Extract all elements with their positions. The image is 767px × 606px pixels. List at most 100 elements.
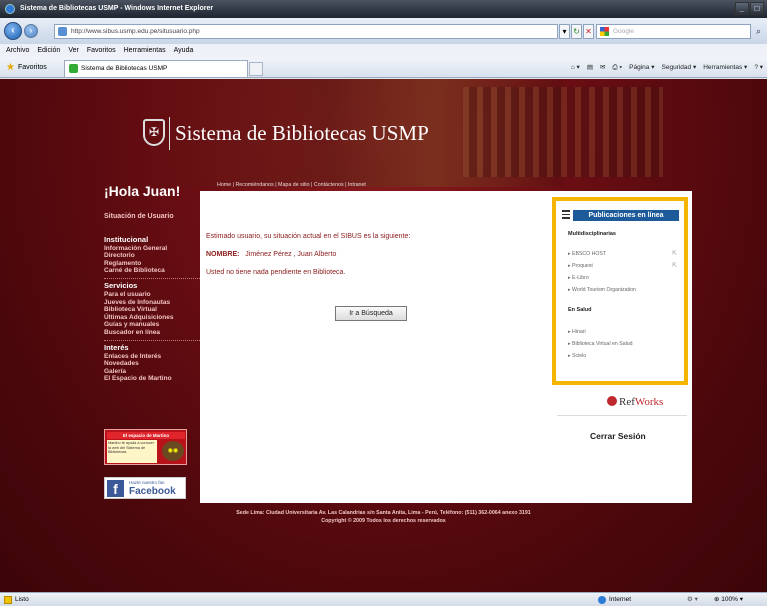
usmp-crest-icon: ✠ xyxy=(143,119,165,146)
stop-icon[interactable]: ✕ xyxy=(583,24,594,39)
menu-edicion[interactable]: Edición xyxy=(37,44,60,57)
zoom-level: 100% xyxy=(721,596,738,603)
publications-panel: Publicaciones en línea Multidisciplinari… xyxy=(552,197,688,385)
publications-heading: Publicaciones en línea xyxy=(573,210,679,221)
tools-menu[interactable]: Herramientas ▾ xyxy=(703,61,747,74)
page-menu-label: Página xyxy=(629,64,650,71)
sidebar-heading-interes: Interés xyxy=(104,342,129,352)
mail-icon[interactable]: ✉ xyxy=(600,61,605,74)
menu-ayuda[interactable]: Ayuda xyxy=(174,44,194,57)
status-bar: Listo Internet ⚙ ▾ ⊕ 100% ▾ xyxy=(0,592,767,606)
menu-favoritos[interactable]: Favoritos xyxy=(87,44,116,57)
command-bar: ⌂ ▾ ▤ ✉ ⎙ ▾ Página ▾ Seguridad ▾ Herrami… xyxy=(571,61,763,74)
print-icon[interactable]: ⎙ ▾ xyxy=(612,61,622,74)
pub-item-label: World Tourism Organization xyxy=(572,287,636,293)
site-brand[interactable]: Sistema de Bibliotecas USMP xyxy=(175,121,429,146)
maximize-icon[interactable]: □ xyxy=(750,2,764,15)
pub-item-proquest[interactable]: ▸ Proquest xyxy=(568,263,593,269)
pub-item-scielo[interactable]: ▸ Scielo xyxy=(568,353,586,359)
sidebar-item-informacion-general[interactable]: Información General xyxy=(104,245,200,253)
martino-banner[interactable]: El espacio de Martino Martino te ayuda a… xyxy=(104,429,187,465)
browser-window: Sistema de Bibliotecas USMP - Windows In… xyxy=(0,0,767,606)
search-icon[interactable]: ⌕ xyxy=(752,24,765,39)
pub-item-bvs[interactable]: ▸ Biblioteca Virtual en Salud xyxy=(568,341,633,347)
sidebar-item-novedades[interactable]: Novedades xyxy=(104,360,200,368)
sidebar-item-enlaces[interactable]: Enlaces de Interés xyxy=(104,353,200,361)
sidebar-item-para-el-usuario[interactable]: Para el usuario xyxy=(104,291,200,299)
title-bar: Sistema de Bibliotecas USMP - Windows In… xyxy=(0,0,767,18)
pub-item-ebsco[interactable]: ▸ EBSCO HOST xyxy=(568,251,606,257)
owl-icon: ◉◉ xyxy=(162,441,184,461)
feeds-icon[interactable]: ▤ xyxy=(587,61,593,74)
pub-item-elibro[interactable]: ▸ E-Libro xyxy=(568,275,589,281)
security-zone[interactable]: Internet xyxy=(598,593,631,606)
sidebar-item-buscador[interactable]: Buscador en línea xyxy=(104,329,200,337)
protected-mode-icon[interactable]: ⚙ ▾ xyxy=(687,593,698,606)
sidebar-item-guias-manuales[interactable]: Guías y manuales xyxy=(104,321,200,329)
minimize-icon[interactable]: _ xyxy=(735,2,749,15)
globe-icon xyxy=(598,596,606,604)
menu-archivo[interactable]: Archivo xyxy=(6,44,29,57)
zoom-control[interactable]: ⊕ 100% ▾ xyxy=(714,593,743,606)
favorites-button[interactable]: ★ Favoritos xyxy=(6,61,47,74)
back-button[interactable]: ‹ xyxy=(4,22,22,40)
search-input[interactable]: Google xyxy=(596,24,751,39)
address-bar[interactable]: http://www.sibus.usmp.edu.pe/situsuario.… xyxy=(54,24,558,39)
menu-bar: Archivo Edición Ver Favoritos Herramient… xyxy=(0,44,767,57)
sidebar-item-jueves-infonautas[interactable]: Jueves de Infonautas xyxy=(104,299,200,307)
logout-link[interactable]: Cerrar Sesión xyxy=(590,431,646,441)
top-navigation[interactable]: Home | Recomiéndanos | Mapa de sitio | C… xyxy=(217,182,366,188)
home-icon[interactable]: ⌂ ▾ xyxy=(571,61,580,74)
pub-item-label: Hinari xyxy=(572,329,586,335)
new-tab-button[interactable] xyxy=(249,62,263,76)
menu-herramientas[interactable]: Herramientas xyxy=(124,44,166,57)
tab-icon xyxy=(69,64,78,73)
window-title: Sistema de Bibliotecas USMP - Windows In… xyxy=(20,5,214,12)
page-icon xyxy=(58,27,67,36)
search-placeholder: Google xyxy=(613,28,634,35)
pub-item-wto[interactable]: ▸ World Tourism Organization xyxy=(568,287,636,293)
help-icon[interactable]: ? ▾ xyxy=(754,61,763,74)
security-menu-label: Seguridad xyxy=(661,64,692,71)
sidebar-item-reglamento[interactable]: Reglamento xyxy=(104,260,200,268)
category-multidisciplinarias: Multidisciplinarias xyxy=(568,231,616,237)
facebook-label: Facebook xyxy=(129,486,176,497)
divider xyxy=(557,415,687,416)
pub-item-label: Scielo xyxy=(572,353,587,359)
security-menu[interactable]: Seguridad ▾ xyxy=(662,61,697,74)
favorites-label: Favoritos xyxy=(18,64,47,71)
sidebar-item-espacio-martino[interactable]: El Espacio de Martino xyxy=(104,375,200,383)
refworks-link[interactable]: RefWorks xyxy=(607,396,663,408)
facebook-banner[interactable]: f Hazte nuestro fan Facebook xyxy=(104,477,186,499)
browser-tab[interactable]: Sistema de Bibliotecas USMP xyxy=(64,60,248,77)
sidebar-item-biblioteca-virtual[interactable]: Biblioteca Virtual xyxy=(104,306,200,314)
sidebar-item-situacion[interactable]: Situación de Usuario xyxy=(104,213,200,221)
sidebar-item-galeria[interactable]: Galería xyxy=(104,368,200,376)
address-text: http://www.sibus.usmp.edu.pe/situsuario.… xyxy=(71,28,200,35)
external-link-icon: ⇱ xyxy=(672,251,678,257)
list-icon xyxy=(562,210,570,219)
pub-item-label: EBSCO HOST xyxy=(572,251,607,257)
navigation-bar: ‹ › http://www.sibus.usmp.edu.pe/situsua… xyxy=(0,18,767,44)
menu-ver[interactable]: Ver xyxy=(68,44,79,57)
sidebar-item-ultimas-adquisiciones[interactable]: Últimas Adquisiciones xyxy=(104,314,200,322)
pub-item-hinari[interactable]: ▸ Hinari xyxy=(568,329,586,335)
footer-address: Sede Lima: Ciudad Universitaria Av. Las … xyxy=(236,510,531,516)
tab-title: Sistema de Bibliotecas USMP xyxy=(81,65,168,72)
pub-item-label: Proquest xyxy=(572,263,593,269)
web-page: ✠ Sistema de Bibliotecas USMP ¡Hola Juan… xyxy=(0,79,767,592)
sidebar-item-carne[interactable]: Carné de Biblioteca xyxy=(104,267,200,275)
address-dropdown-icon[interactable]: ▾ xyxy=(559,24,570,39)
pending-message: Usted no tiene nada pendiente en Bibliot… xyxy=(206,269,346,276)
external-link-icon: ⇱ xyxy=(672,263,678,269)
name-label: NOMBRE: xyxy=(206,251,240,258)
page-menu[interactable]: Página ▾ xyxy=(629,61,654,74)
status-text: Listo xyxy=(15,596,29,603)
user-name-row: NOMBRE: Jiménez Pérez , Juan Alberto xyxy=(206,251,336,258)
forward-button[interactable]: › xyxy=(24,24,38,38)
main-content: Estimado usuario, su situación actual en… xyxy=(200,191,692,503)
brand-divider xyxy=(169,117,170,150)
refresh-icon[interactable]: ↻ xyxy=(571,24,582,39)
search-button[interactable]: Ir a Búsqueda xyxy=(335,306,407,321)
sidebar-item-directorio[interactable]: Directorio xyxy=(104,252,200,260)
